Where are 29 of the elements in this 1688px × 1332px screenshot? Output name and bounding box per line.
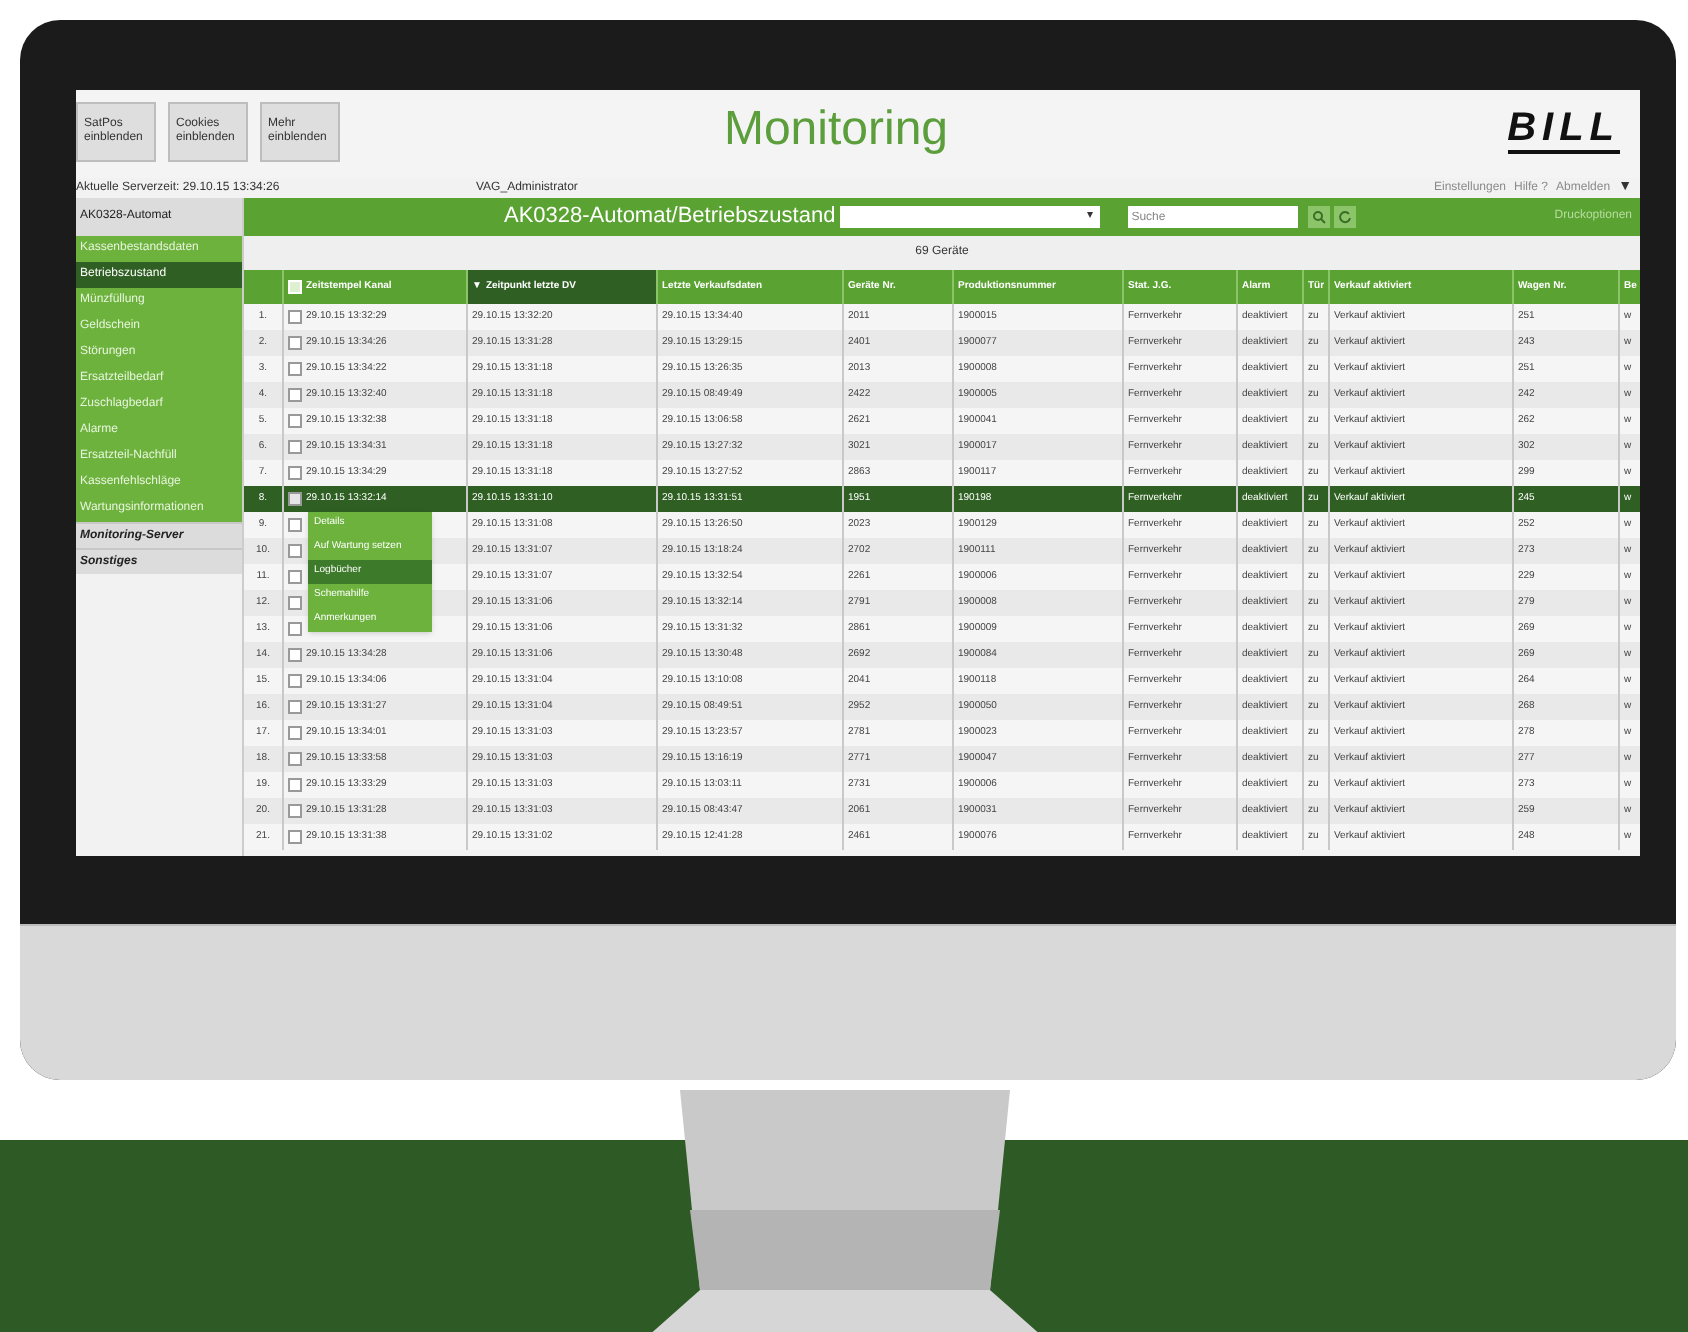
row-checkbox[interactable] bbox=[288, 362, 302, 376]
row-checkbox[interactable] bbox=[288, 700, 302, 714]
row-checkbox[interactable] bbox=[288, 830, 302, 844]
bill-logo: BILL bbox=[1507, 106, 1620, 154]
row-checkbox[interactable] bbox=[288, 440, 302, 454]
row-checkbox[interactable] bbox=[288, 726, 302, 740]
row-checkbox[interactable] bbox=[288, 804, 302, 818]
refresh-icon bbox=[1337, 210, 1352, 224]
row-checkbox[interactable] bbox=[288, 310, 302, 324]
toolbar-title: AK0328-Automat/Betriebszustand bbox=[504, 202, 836, 233]
row-checkbox[interactable] bbox=[288, 518, 302, 532]
row-checkbox[interactable] bbox=[288, 388, 302, 402]
row-checkbox[interactable] bbox=[288, 336, 302, 350]
search-button[interactable] bbox=[1307, 206, 1330, 228]
row-checkbox[interactable] bbox=[288, 414, 302, 428]
header-checkbox[interactable] bbox=[288, 280, 302, 294]
search-icon bbox=[1311, 210, 1326, 224]
row-checkbox[interactable] bbox=[288, 778, 302, 792]
row-checkbox[interactable] bbox=[288, 622, 302, 636]
row-checkbox[interactable] bbox=[288, 570, 302, 584]
row-checkbox[interactable] bbox=[288, 674, 302, 688]
row-checkbox[interactable] bbox=[288, 544, 302, 558]
row-checkbox[interactable] bbox=[288, 492, 302, 506]
page-title: Monitoring bbox=[721, 100, 951, 158]
row-checkbox[interactable] bbox=[288, 466, 302, 480]
reset-button[interactable] bbox=[1333, 206, 1356, 228]
row-checkbox[interactable] bbox=[288, 752, 302, 766]
row-checkbox[interactable] bbox=[288, 596, 302, 610]
row-checkbox[interactable] bbox=[288, 648, 302, 662]
